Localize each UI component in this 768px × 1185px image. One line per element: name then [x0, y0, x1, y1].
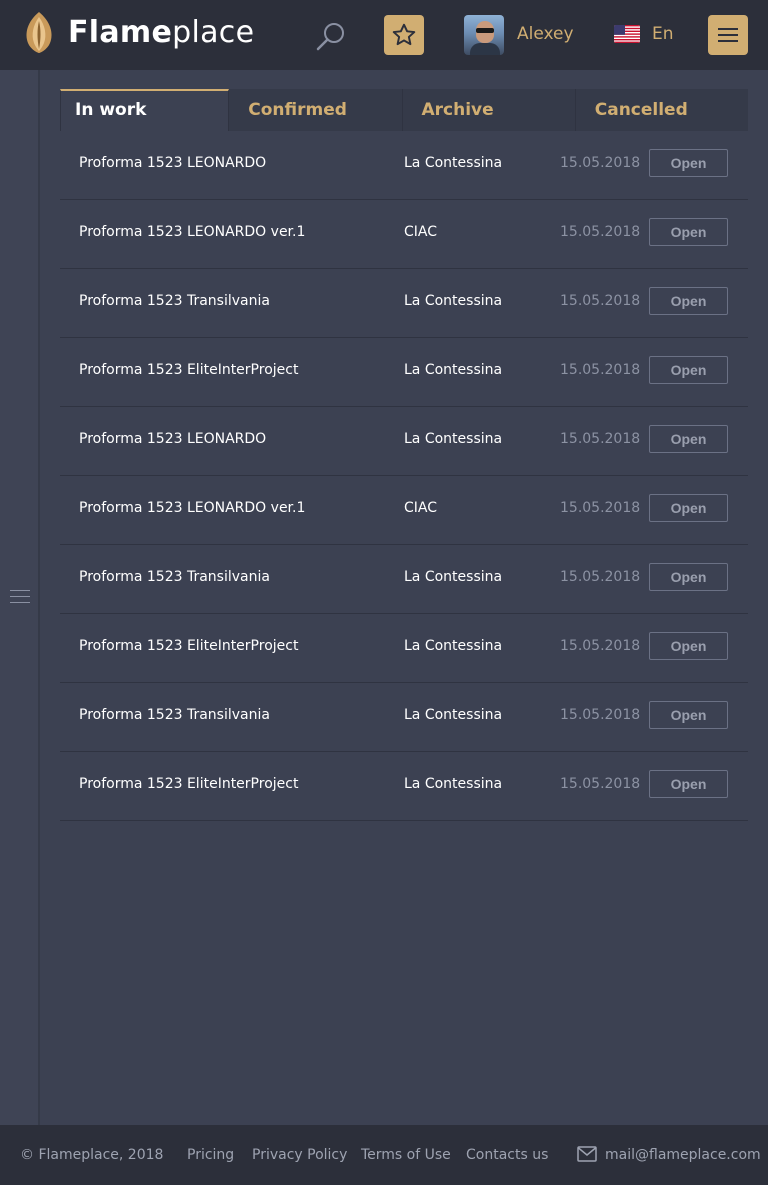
row-date: 15.05.2018 — [560, 500, 641, 516]
row-date: 15.05.2018 — [560, 638, 641, 654]
open-button[interactable]: Open — [649, 287, 728, 315]
open-button[interactable]: Open — [649, 494, 728, 522]
copyright: © Flameplace, 2018 — [20, 1147, 164, 1163]
table-row: Proforma 1523 EliteInterProject La Conte… — [60, 614, 748, 683]
open-button[interactable]: Open — [649, 701, 728, 729]
row-date: 15.05.2018 — [560, 155, 641, 171]
table-row: Proforma 1523 Transilvania La Contessina… — [60, 545, 748, 614]
table-row: Proforma 1523 EliteInterProject La Conte… — [60, 752, 748, 821]
row-name: Proforma 1523 LEONARDO ver.1 — [79, 500, 306, 516]
row-name: Proforma 1523 Transilvania — [79, 293, 270, 309]
email-link[interactable]: mail@flameplace.com — [605, 1147, 761, 1163]
row-company: La Contessina — [404, 362, 503, 378]
row-date: 15.05.2018 — [560, 431, 641, 447]
row-company: La Contessina — [404, 638, 503, 654]
top-header: Flameplace Alexey En — [0, 0, 768, 70]
search-button[interactable] — [315, 20, 347, 52]
row-name: Proforma 1523 Transilvania — [79, 569, 270, 585]
row-date: 15.05.2018 — [560, 776, 641, 792]
open-button[interactable]: Open — [649, 425, 728, 453]
row-name: Proforma 1523 LEONARDO ver.1 — [79, 224, 306, 240]
row-name: Proforma 1523 Transilvania — [79, 707, 270, 723]
language-selector[interactable]: En — [652, 24, 674, 44]
privacy-policy-link[interactable]: Privacy Policy — [252, 1147, 347, 1163]
row-company: CIAC — [404, 500, 438, 516]
open-button[interactable]: Open — [649, 632, 728, 660]
tab-cancelled[interactable]: Cancelled — [575, 89, 748, 131]
footer: © Flameplace, 2018 Pricing Privacy Polic… — [0, 1125, 768, 1185]
tab-archive[interactable]: Archive — [402, 89, 576, 131]
table-row: Proforma 1523 LEONARDO ver.1 CIAC 15.05.… — [60, 200, 748, 269]
table-row: Proforma 1523 LEONARDO ver.1 CIAC 15.05.… — [60, 476, 748, 545]
tab-in-work[interactable]: In work — [60, 89, 230, 131]
row-company: CIAC — [404, 224, 438, 240]
open-button[interactable]: Open — [649, 770, 728, 798]
mail-icon — [577, 1146, 597, 1162]
row-name: Proforma 1523 EliteInterProject — [79, 362, 299, 378]
open-button[interactable]: Open — [649, 149, 728, 177]
row-date: 15.05.2018 — [560, 569, 641, 585]
logo[interactable]: Flameplace — [22, 10, 254, 54]
favorites-button[interactable] — [384, 15, 424, 55]
row-date: 15.05.2018 — [560, 707, 641, 723]
row-date: 15.05.2018 — [560, 224, 641, 240]
row-name: Proforma 1523 LEONARDO — [79, 155, 267, 171]
avatar[interactable] — [464, 15, 504, 55]
row-name: Proforma 1523 LEONARDO — [79, 431, 267, 447]
row-date: 15.05.2018 — [560, 293, 641, 309]
table-row: Proforma 1523 Transilvania La Contessina… — [60, 683, 748, 752]
row-date: 15.05.2018 — [560, 362, 641, 378]
row-company: La Contessina — [404, 776, 503, 792]
sidebar-toggle[interactable] — [10, 590, 30, 604]
row-name: Proforma 1523 EliteInterProject — [79, 638, 299, 654]
flame-icon — [26, 12, 52, 53]
row-company: La Contessina — [404, 431, 503, 447]
terms-of-use-link[interactable]: Terms of Use — [361, 1147, 451, 1163]
open-button[interactable]: Open — [649, 218, 728, 246]
brand-name: Flameplace — [68, 14, 255, 50]
row-company: La Contessina — [404, 707, 503, 723]
username[interactable]: Alexey — [517, 24, 574, 44]
contacts-link[interactable]: Contacts us — [466, 1147, 548, 1163]
status-tabs: In work Confirmed Archive Cancelled — [60, 89, 748, 131]
table-row: Proforma 1523 LEONARDO La Contessina 15.… — [60, 407, 748, 476]
us-flag-icon[interactable] — [614, 25, 640, 43]
star-icon — [392, 23, 416, 46]
menu-button[interactable] — [708, 15, 748, 55]
open-button[interactable]: Open — [649, 356, 728, 384]
sidebar — [0, 70, 40, 1125]
table-row: Proforma 1523 Transilvania La Contessina… — [60, 269, 748, 338]
row-company: La Contessina — [404, 293, 503, 309]
open-button[interactable]: Open — [649, 563, 728, 591]
table-row: Proforma 1523 LEONARDO La Contessina 15.… — [60, 131, 748, 200]
tab-confirmed[interactable]: Confirmed — [229, 89, 403, 131]
row-company: La Contessina — [404, 155, 503, 171]
row-name: Proforma 1523 EliteInterProject — [79, 776, 299, 792]
search-icon — [316, 23, 344, 51]
proforma-table: Proforma 1523 LEONARDO La Contessina 15.… — [60, 131, 748, 821]
pricing-link[interactable]: Pricing — [187, 1147, 234, 1163]
table-row: Proforma 1523 EliteInterProject La Conte… — [60, 338, 748, 407]
row-company: La Contessina — [404, 569, 503, 585]
